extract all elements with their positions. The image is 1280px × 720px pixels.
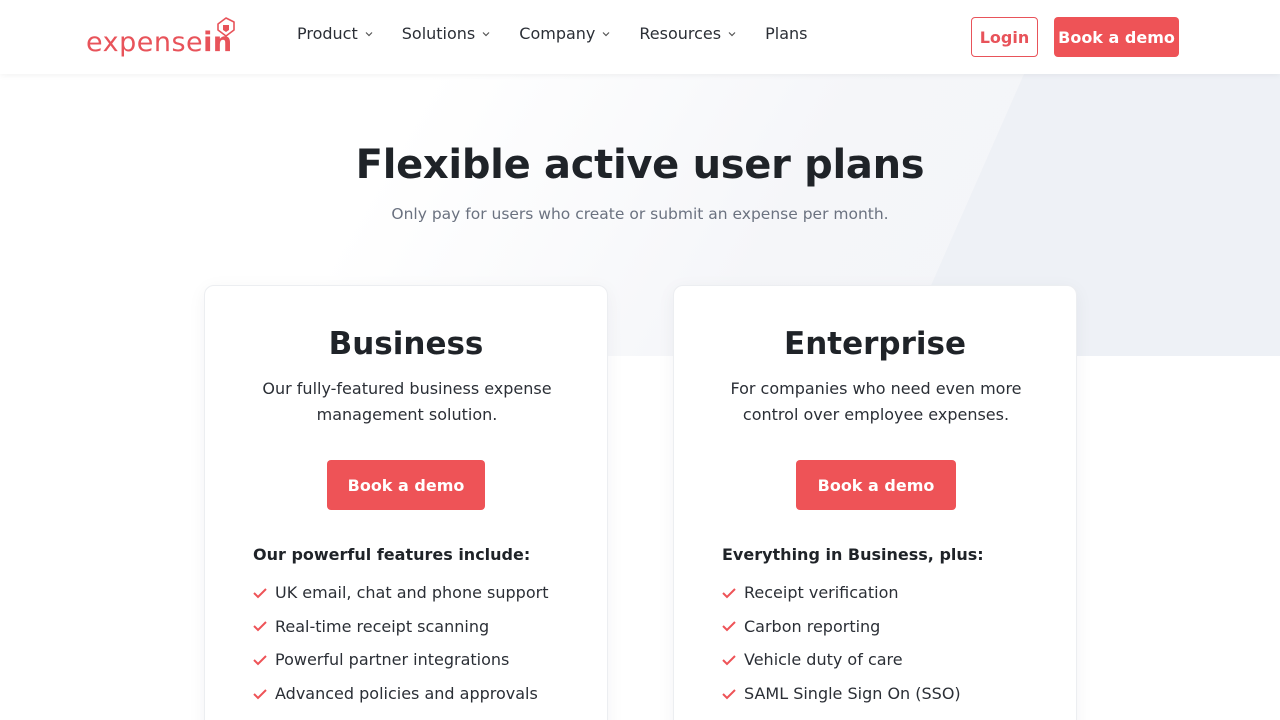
feature-text: Vehicle duty of care bbox=[744, 650, 903, 670]
logo-wordmark: expensein bbox=[86, 27, 233, 58]
feature-item: Vehicle duty of care bbox=[722, 643, 961, 677]
nav-label: Solutions bbox=[401, 24, 476, 43]
plan-name: Business bbox=[328, 326, 484, 362]
plan-name: Enterprise bbox=[784, 326, 966, 362]
check-icon bbox=[253, 621, 267, 632]
check-icon bbox=[253, 655, 267, 666]
nav-item-resources[interactable]: Resources bbox=[639, 24, 737, 43]
feature-text: Powerful partner integrations bbox=[275, 650, 510, 670]
check-icon bbox=[722, 688, 736, 699]
plan-description: For companies who need even more control… bbox=[730, 379, 1022, 424]
check-icon bbox=[253, 588, 267, 599]
site-header: expensein Product Solutions Company Reso… bbox=[0, 0, 1280, 74]
nav-label: Plans bbox=[765, 24, 808, 43]
feature-text: Receipt verification bbox=[744, 583, 899, 603]
nav-item-company[interactable]: Company bbox=[519, 24, 611, 43]
feature-item: Powerful partner integrations bbox=[253, 643, 548, 677]
chevron-down-icon bbox=[365, 31, 373, 36]
feature-item: UK email, chat and phone support bbox=[253, 576, 548, 610]
plan-card-enterprise: Enterprise For companies who need even m… bbox=[673, 285, 1077, 720]
nav-item-solutions[interactable]: Solutions bbox=[402, 24, 492, 43]
page-title: Flexible active user plans bbox=[355, 142, 925, 188]
expensein-logo[interactable]: expensein bbox=[86, 16, 235, 60]
book-demo-enterprise-button[interactable]: Book a demo bbox=[796, 460, 956, 510]
page-subtitle: Only pay for users who create or submit … bbox=[391, 205, 889, 223]
nav-label: Company bbox=[519, 24, 596, 43]
feature-item: Receipt verification bbox=[722, 576, 961, 610]
chevron-down-icon bbox=[602, 31, 610, 36]
login-button[interactable]: Login bbox=[971, 17, 1038, 57]
feature-list: UK email, chat and phone support Real-ti… bbox=[253, 576, 548, 710]
main-nav: Product Solutions Company Resources Plan… bbox=[297, 24, 835, 43]
feature-text: Real-time receipt scanning bbox=[275, 616, 490, 636]
feature-item: Advanced policies and approvals bbox=[253, 677, 548, 711]
nav-item-plans[interactable]: Plans bbox=[765, 24, 807, 43]
book-demo-header-button[interactable]: Book a demo bbox=[1054, 17, 1179, 57]
tag-icon bbox=[217, 17, 235, 37]
check-icon bbox=[722, 621, 736, 632]
check-icon bbox=[722, 655, 736, 666]
feature-text: Carbon reporting bbox=[744, 616, 881, 636]
feature-text: SAML Single Sign On (SSO) bbox=[744, 684, 961, 704]
plan-card-business: Business Our fully-featured business exp… bbox=[204, 285, 608, 720]
check-icon bbox=[253, 688, 267, 699]
feature-text: Advanced policies and approvals bbox=[275, 684, 538, 704]
features-heading: Everything in Business, plus: bbox=[722, 545, 984, 564]
plan-description: Our fully-featured business expense mana… bbox=[262, 379, 552, 424]
feature-item: SAML Single Sign On (SSO) bbox=[722, 677, 961, 711]
nav-item-product[interactable]: Product bbox=[297, 24, 374, 43]
feature-text: UK email, chat and phone support bbox=[275, 583, 549, 603]
feature-item: Carbon reporting bbox=[722, 610, 961, 644]
chevron-down-icon bbox=[482, 31, 490, 36]
nav-label: Resources bbox=[639, 24, 722, 43]
check-icon bbox=[722, 588, 736, 599]
book-demo-business-button[interactable]: Book a demo bbox=[327, 460, 485, 510]
features-heading: Our powerful features include: bbox=[253, 545, 531, 564]
feature-item: Real-time receipt scanning bbox=[253, 610, 548, 644]
chevron-down-icon bbox=[728, 31, 736, 36]
nav-label: Product bbox=[297, 24, 358, 43]
feature-list: Receipt verification Carbon reporting Ve… bbox=[722, 576, 961, 710]
